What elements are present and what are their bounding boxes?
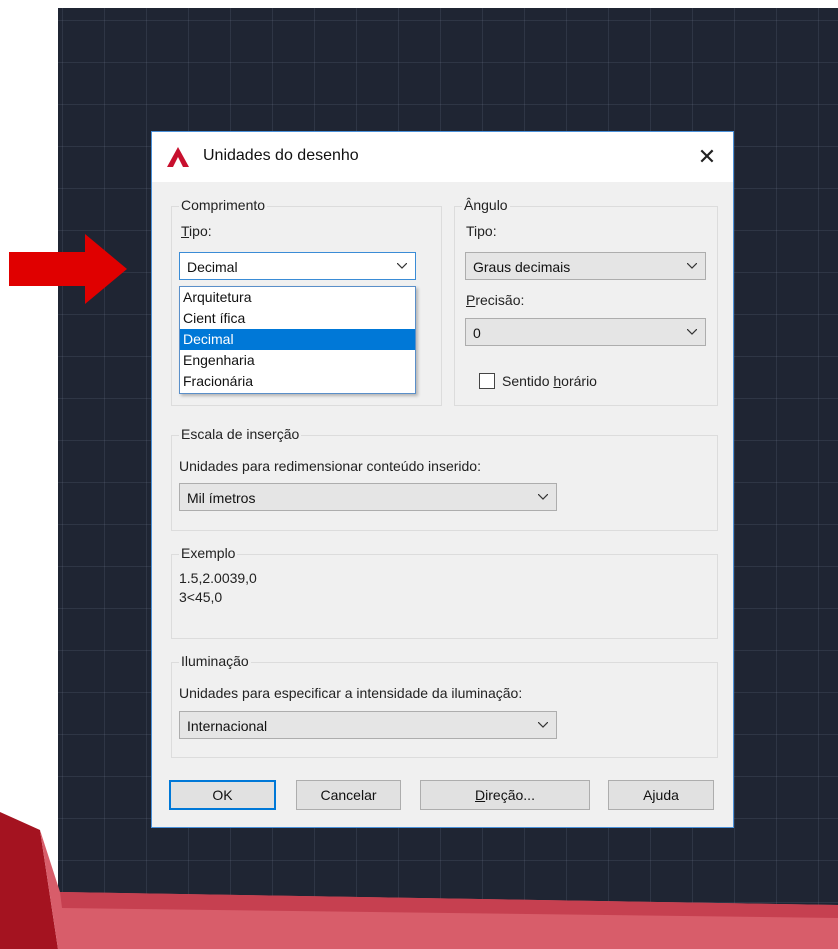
angle-type-select[interactable]: Graus decimais xyxy=(465,252,706,280)
drawing-units-dialog: Unidades do desenho ✕ Comprimento Tipo: … xyxy=(151,131,734,828)
chevron-down-icon xyxy=(687,329,697,335)
lighting-group-label: Iluminação xyxy=(179,653,251,669)
chevron-down-icon xyxy=(538,722,548,728)
dropdown-option-fracionaria[interactable]: Fracionária xyxy=(180,371,415,392)
cancel-button[interactable]: Cancelar xyxy=(296,780,401,810)
lighting-units-label: Unidades para especificar a intensidade … xyxy=(179,685,523,701)
chevron-down-icon xyxy=(538,494,548,500)
clockwise-label: Sentido horário xyxy=(502,373,597,389)
dialog-title: Unidades do desenho xyxy=(203,147,359,164)
chevron-down-icon xyxy=(397,263,407,269)
close-button[interactable]: ✕ xyxy=(692,142,722,172)
dialog-titlebar: Unidades do desenho ✕ xyxy=(152,132,733,182)
angle-precision-label: Precisão: xyxy=(466,292,525,308)
length-group-label: Comprimento xyxy=(179,197,268,213)
dropdown-option-engenharia[interactable]: Engenharia xyxy=(180,350,415,371)
dropdown-option-cientifica[interactable]: Cient ífica xyxy=(180,308,415,329)
insertion-units-value: Mil ímetros xyxy=(187,490,256,506)
direction-button[interactable]: Direção... xyxy=(420,780,590,810)
chevron-down-icon xyxy=(687,263,697,269)
length-type-dropdown-list: Arquitetura Cient ífica Decimal Engenhar… xyxy=(179,286,416,394)
dropdown-option-arquitetura[interactable]: Arquitetura xyxy=(180,287,415,308)
angle-precision-select[interactable]: 0 xyxy=(465,318,706,346)
example-line-2: 3<45,0 xyxy=(179,589,223,605)
insertion-units-label: Unidades para redimensionar conteúdo ins… xyxy=(179,458,481,474)
insertion-units-select[interactable]: Mil ímetros xyxy=(179,483,557,511)
example-group-label: Exemplo xyxy=(179,545,238,561)
ok-button[interactable]: OK xyxy=(169,780,276,810)
example-group xyxy=(171,554,718,639)
clockwise-checkbox[interactable] xyxy=(479,373,495,389)
angle-type-label: Tipo: xyxy=(466,223,497,239)
angle-group-label: Ângulo xyxy=(462,197,510,213)
length-type-label: Tipo: xyxy=(181,223,212,239)
example-line-1: 1.5,2.0039,0 xyxy=(179,570,257,586)
angle-type-value: Graus decimais xyxy=(473,259,571,275)
length-type-value: Decimal xyxy=(187,259,238,275)
red-arrow-pointer xyxy=(9,234,127,304)
lighting-group xyxy=(171,662,718,758)
angle-precision-value: 0 xyxy=(473,325,481,341)
length-type-select[interactable]: Decimal xyxy=(179,252,416,280)
dropdown-option-decimal[interactable]: Decimal xyxy=(180,329,415,350)
help-button[interactable]: Ajuda xyxy=(608,780,714,810)
lighting-units-select[interactable]: Internacional xyxy=(179,711,557,739)
autocad-logo-icon xyxy=(167,147,189,167)
insertion-scale-label: Escala de inserção xyxy=(179,426,302,442)
lighting-units-value: Internacional xyxy=(187,718,268,734)
